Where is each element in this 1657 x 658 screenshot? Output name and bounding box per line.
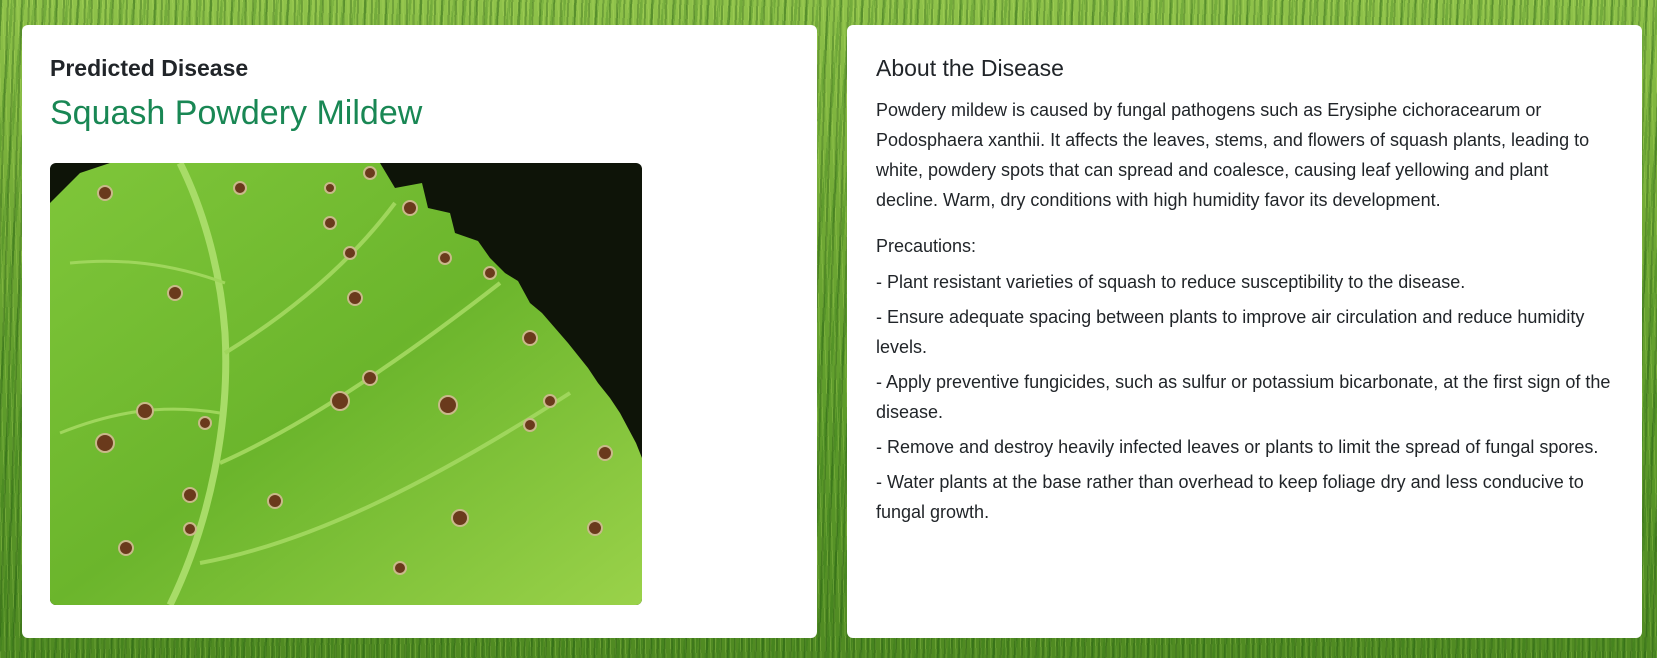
- disease-description: Powdery mildew is caused by fungal patho…: [876, 99, 1590, 210]
- precaution-item: - Plant resistant varieties of squash to…: [876, 271, 1466, 292]
- leaf-image: [50, 163, 642, 606]
- predicted-disease-label: Predicted Disease: [50, 55, 249, 81]
- diseased-leaf-photo: [50, 163, 642, 606]
- about-disease-heading: About the Disease: [876, 55, 1064, 81]
- page-background: { "prediction": { "label": "Predicted Di…: [0, 0, 1657, 658]
- precautions-list: - Plant resistant varieties of squash to…: [876, 267, 1613, 527]
- precautions-heading: Precautions:: [876, 235, 977, 256]
- precaution-item: - Apply preventive fungicides, such as s…: [876, 371, 1611, 422]
- disease-name: Squash Powdery Mildew: [50, 93, 423, 132]
- precaution-item: - Remove and destroy heavily infected le…: [876, 436, 1599, 457]
- prediction-card: Predicted Disease Squash Powdery Mildew: [22, 25, 817, 638]
- precaution-item: - Ensure adequate spacing between plants…: [876, 306, 1585, 357]
- about-card: About the Disease Powdery mildew is caus…: [847, 25, 1642, 638]
- precaution-item: - Water plants at the base rather than o…: [876, 471, 1584, 522]
